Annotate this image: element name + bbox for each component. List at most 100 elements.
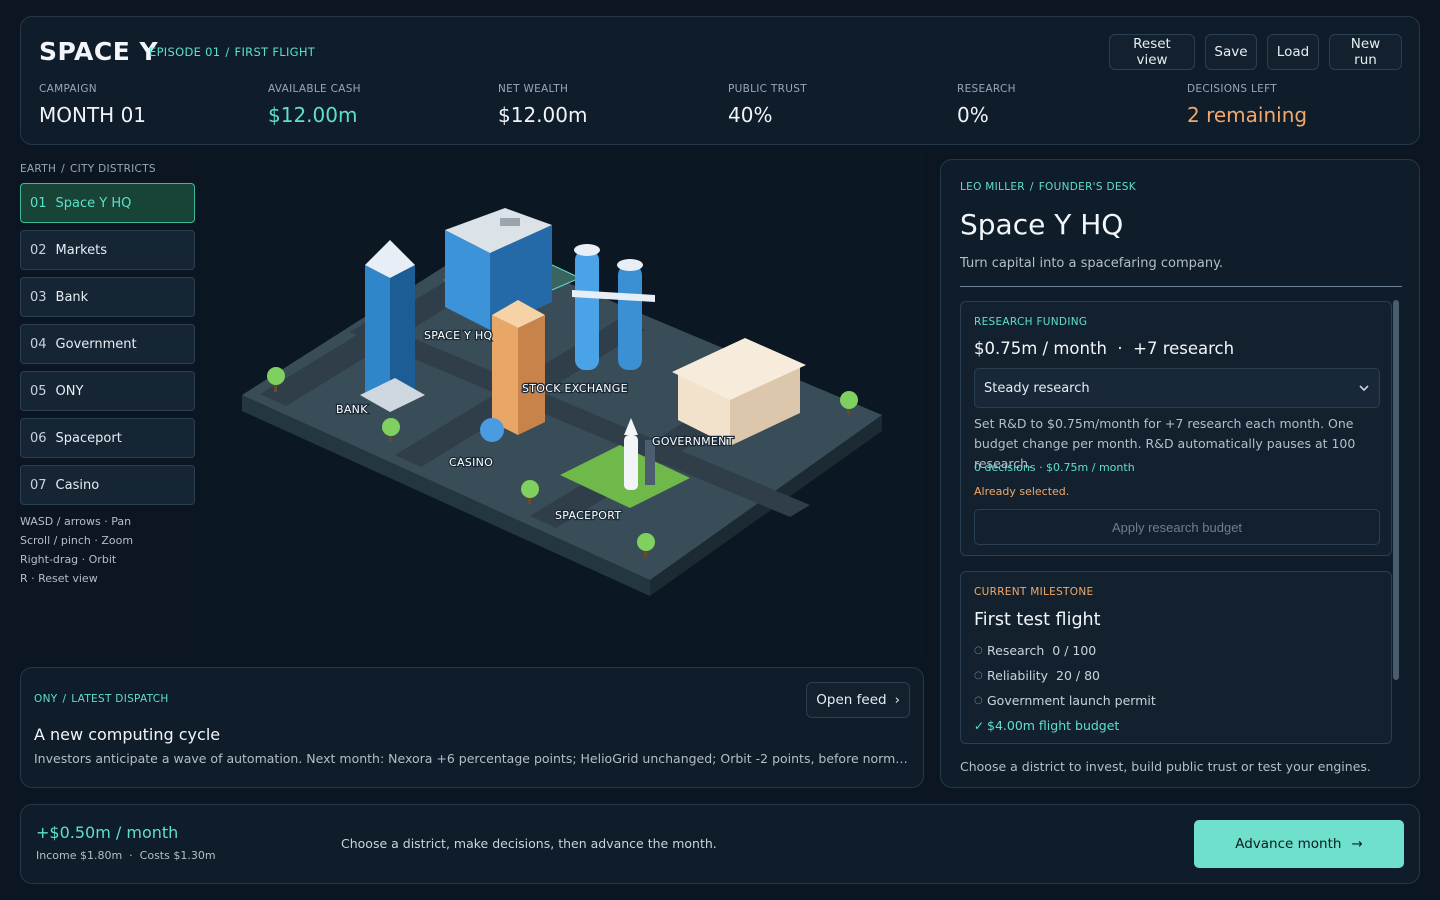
stat-available-cash: AVAILABLE CASH $12.00m <box>268 83 361 127</box>
stat-label: CAMPAIGN <box>39 83 97 95</box>
hint-zoom: Scroll / pinch · Zoom <box>20 534 134 547</box>
check-icon: ✓ <box>974 718 985 733</box>
milestone-item: ○ Government launch permit <box>974 688 1156 713</box>
dispatch-breadcrumb: ONY / LATEST DISPATCH <box>34 693 169 705</box>
map-label-bank: BANK <box>336 403 368 416</box>
milestone-item: ○ Reliability 20 / 80 <box>974 663 1156 688</box>
district-title: Space Y HQ <box>960 208 1124 241</box>
dispatch-title: A new computing cycle <box>34 725 221 744</box>
district-label: Bank <box>55 289 89 305</box>
stat-value: $12.00m <box>268 103 358 127</box>
research-rate: $0.75m / month · +7 research <box>974 339 1235 358</box>
episode-number: EPISODE 01 <box>149 45 221 59</box>
crumb-dispatch: LATEST DISPATCH <box>71 693 169 705</box>
district-number: 05 <box>30 383 47 399</box>
stat-label: NET WEALTH <box>498 83 569 95</box>
episode-name: FIRST FLIGHT <box>234 45 316 59</box>
top-status-panel: SPACE Y EPISODE 01/FIRST FLIGHT Reset vi… <box>20 16 1420 145</box>
district-item-markets[interactable]: 02 Markets <box>20 230 195 270</box>
stat-public-trust: PUBLIC TRUST 40% <box>728 83 807 127</box>
district-number: 04 <box>30 336 47 352</box>
open-feed-button[interactable]: Open feed › <box>806 682 910 718</box>
map-label-spaceport: SPACEPORT <box>555 509 621 522</box>
hint-orbit: Right-drag · Orbit <box>20 553 117 566</box>
milestone-card: CURRENT MILESTONE First test flight ○ Res… <box>960 571 1392 744</box>
detail-breadcrumb: LEO MILLER / FOUNDER'S DESK <box>960 181 1136 193</box>
district-subtitle: Turn capital into a spacefaring company. <box>960 256 1224 271</box>
city-map-viewport[interactable]: SPACE Y HQ STOCK EXCHANGE BANK GOVERNMEN… <box>200 150 924 656</box>
crumb-person: LEO MILLER <box>960 181 1025 193</box>
district-label: Spaceport <box>55 430 122 446</box>
apply-research-button[interactable]: Apply research budget <box>974 509 1380 545</box>
milestone-text: Research 0 / 100 <box>987 643 1097 658</box>
select-value: Steady research <box>984 380 1090 396</box>
month-footer-panel: +$0.50m / month Income $1.80m · Costs $1… <box>20 804 1420 884</box>
district-item-spaceport[interactable]: 06 Spaceport <box>20 418 195 458</box>
city-map-canvas[interactable]: SPACE Y HQ STOCK EXCHANGE BANK GOVERNMEN… <box>200 150 924 656</box>
divider <box>960 286 1402 287</box>
reset-view-button[interactable]: Reset view <box>1109 34 1195 70</box>
map-label-casino: CASINO <box>449 456 493 469</box>
district-label: ONY <box>55 383 84 399</box>
district-label: Space Y HQ <box>55 195 132 211</box>
crumb-desk: FOUNDER'S DESK <box>1038 181 1136 193</box>
stat-label: PUBLIC TRUST <box>728 83 807 95</box>
stat-value: $12.00m <box>498 103 588 127</box>
chevron-down-icon <box>1359 385 1369 392</box>
district-item-government[interactable]: 04 Government <box>20 324 195 364</box>
circle-icon: ○ <box>974 695 983 706</box>
district-label: Casino <box>55 477 100 493</box>
income-breakdown: Income $1.80m · Costs $1.30m <box>36 849 216 862</box>
stat-label: AVAILABLE CASH <box>268 83 361 95</box>
district-label: Markets <box>55 242 108 258</box>
detail-footer-text: Choose a district to invest, build publi… <box>960 759 1371 774</box>
stat-value: 0% <box>957 103 989 127</box>
button-label: Advance month <box>1235 836 1342 852</box>
arrow-right-icon: → <box>1351 836 1363 852</box>
card-tag: RESEARCH FUNDING <box>974 316 1088 328</box>
crumb-earth: EARTH <box>20 163 57 175</box>
circle-icon: ○ <box>974 670 983 681</box>
milestone-text: Government launch permit <box>987 693 1156 708</box>
district-number: 01 <box>30 195 47 211</box>
episode-breadcrumb: EPISODE 01/FIRST FLIGHT <box>149 45 316 59</box>
milestone-text: Reliability 20 / 80 <box>987 668 1100 683</box>
news-dispatch-panel: ONY / LATEST DISPATCH Open feed › A new co… <box>20 667 924 788</box>
district-item-space-y-hq[interactable]: 01 Space Y HQ <box>20 183 195 223</box>
detail-scrollbar[interactable] <box>1393 300 1399 680</box>
net-income: +$0.50m / month <box>36 823 179 842</box>
district-detail-panel: LEO MILLER / FOUNDER'S DESK Space Y HQ Tur… <box>940 159 1420 788</box>
research-plan-select[interactable]: Steady research <box>974 368 1380 408</box>
district-item-ony[interactable]: 05 ONY <box>20 371 195 411</box>
stat-label: RESEARCH <box>957 83 1016 95</box>
stat-label: DECISIONS LEFT <box>1187 83 1277 95</box>
district-item-casino[interactable]: 07 Casino <box>20 465 195 505</box>
save-button[interactable]: Save <box>1205 34 1257 70</box>
stat-value: 2 remaining <box>1187 103 1308 127</box>
stat-value: 40% <box>728 103 773 127</box>
stat-decisions-left: DECISIONS LEFT 2 remaining <box>1187 83 1307 127</box>
research-warning: Already selected. <box>974 485 1070 498</box>
chevron-right-icon: › <box>894 692 900 708</box>
hint-reset: R · Reset view <box>20 572 98 585</box>
district-breadcrumb: EARTH / CITY DISTRICTS <box>20 163 156 175</box>
stat-value: MONTH 01 <box>39 103 147 127</box>
controls-hints: WASD / arrows · Pan Scroll / pinch · Zoo… <box>20 512 133 588</box>
new-run-button[interactable]: New run <box>1329 34 1402 70</box>
map-label-hq: SPACE Y HQ <box>424 329 493 342</box>
crumb-city-districts: CITY DISTRICTS <box>70 163 156 175</box>
load-button[interactable]: Load <box>1267 34 1319 70</box>
district-item-bank[interactable]: 03 Bank <box>20 277 195 317</box>
milestone-item: ○ Research 0 / 100 <box>974 638 1156 663</box>
stat-net-wealth: NET WEALTH $12.00m <box>498 83 587 127</box>
milestone-item: ✓ $4.00m flight budget <box>974 713 1156 738</box>
map-label-exchange: STOCK EXCHANGE <box>522 382 628 395</box>
district-number: 06 <box>30 430 47 446</box>
stat-research: RESEARCH 0% <box>957 83 1016 127</box>
district-number: 02 <box>30 242 47 258</box>
advance-month-button[interactable]: Advance month → <box>1194 820 1404 868</box>
crumb-source: ONY <box>34 693 58 705</box>
dispatch-body: Investors anticipate a wave of automatio… <box>34 751 910 766</box>
district-number: 07 <box>30 477 47 493</box>
footer-message: Choose a district, make decisions, then … <box>341 836 717 851</box>
